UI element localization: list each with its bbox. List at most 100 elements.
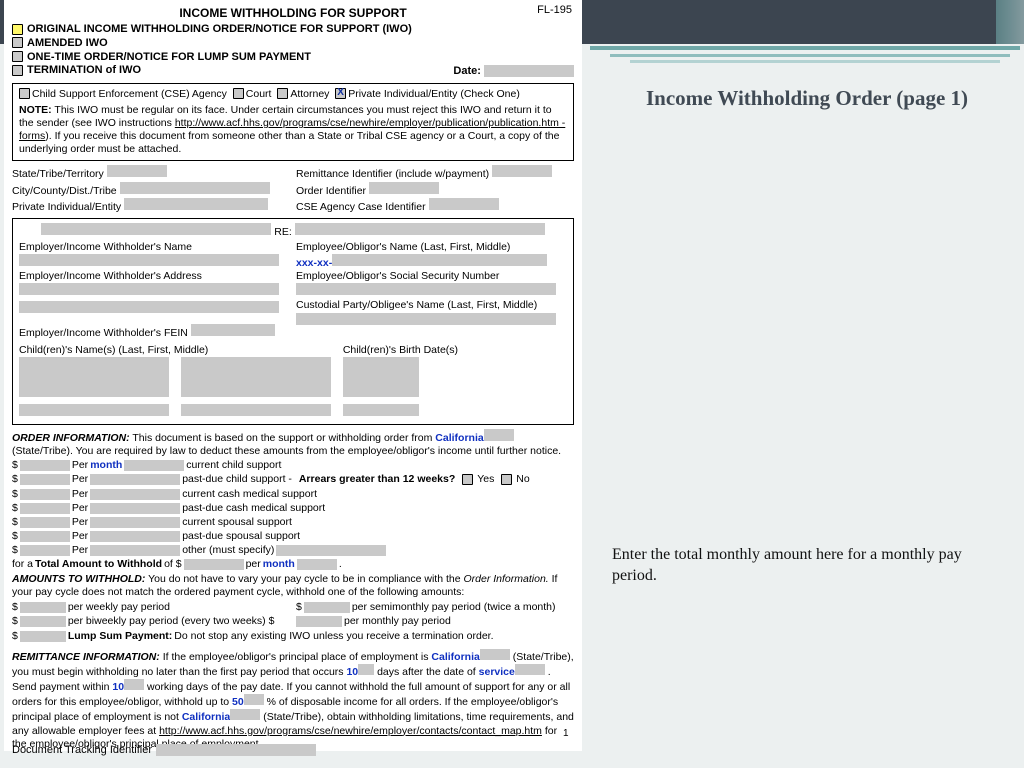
id-order-label: Order Identifier: [296, 185, 366, 197]
remit-days-pad[interactable]: [358, 664, 374, 675]
id-cse-field[interactable]: [429, 198, 499, 210]
checkbox-original[interactable]: [12, 24, 23, 35]
amt-pcms[interactable]: [20, 503, 70, 514]
per-field[interactable]: [90, 517, 180, 528]
form-title: INCOME WITHHOLDING FOR SUPPORT: [12, 6, 574, 21]
slide-edgebar: [996, 0, 1024, 44]
cust-label: Custodial Party/Obligee's Name (Last, Fi…: [296, 299, 567, 312]
emp-addr-field2[interactable]: [19, 301, 279, 313]
checkbox-court[interactable]: [233, 88, 244, 99]
obl-name-label: Employee/Obligor's Name (Last, First, Mi…: [296, 241, 567, 254]
id-remit-label: Remittance Identifier (include w/payment…: [296, 168, 489, 180]
birth-field[interactable]: [343, 404, 419, 416]
iwo-form-document: FL-195 INCOME WITHHOLDING FOR SUPPORT OR…: [4, 0, 582, 751]
total-per-month: month: [263, 558, 295, 571]
id-cse-label: CSE Agency Case Identifier: [296, 201, 426, 213]
remit-state2-pad[interactable]: [230, 709, 260, 720]
line-cms: current cash medical support: [182, 488, 317, 501]
amt-ccs[interactable]: [20, 460, 70, 471]
amt-cms[interactable]: [20, 489, 70, 500]
id-remit-field[interactable]: [492, 165, 552, 177]
cust-field[interactable]: [296, 313, 556, 325]
checkbox-arrears-yes[interactable]: [462, 474, 473, 485]
remit-state2: California: [182, 711, 230, 723]
child-name-field[interactable]: [19, 357, 169, 397]
tracking-field[interactable]: [156, 744, 316, 756]
slide-note: Enter the total monthly amount here for …: [612, 545, 1002, 587]
filer-court: Court: [246, 88, 272, 100]
per-label: Per: [72, 473, 88, 486]
amt-css[interactable]: [20, 517, 70, 528]
checkbox-termination[interactable]: [12, 65, 23, 76]
amt-monthly[interactable]: [296, 616, 342, 627]
checkbox-lump[interactable]: [12, 51, 23, 62]
remit-working-days: 10: [112, 681, 124, 693]
remit-wd-pad[interactable]: [124, 679, 144, 690]
obl-ssn-label: Employee/Obligor's Social Security Numbe…: [296, 270, 567, 283]
fein-label: Employer/Income Withholder's FEIN: [19, 327, 188, 339]
amt-semimonthly[interactable]: [304, 602, 350, 613]
line-ccs: current child support: [186, 459, 281, 472]
amt-other[interactable]: [20, 545, 70, 556]
obl-ssn-field[interactable]: [296, 283, 556, 295]
child-name-field[interactable]: [181, 357, 331, 397]
checkbox-amended[interactable]: [12, 37, 23, 48]
lump-text: Do not stop any existing IWO unless you …: [174, 630, 493, 643]
id-priv-field[interactable]: [124, 198, 268, 210]
date-field[interactable]: [484, 65, 574, 77]
fein-field[interactable]: [191, 324, 275, 336]
amt-lump[interactable]: [20, 631, 66, 642]
remit-pct: 50: [232, 696, 244, 708]
id-city-field[interactable]: [120, 182, 270, 194]
filer-cse: Child Support Enforcement (CSE) Agency: [32, 88, 227, 100]
amt-biweekly[interactable]: [20, 616, 66, 627]
checkbox-private[interactable]: X: [335, 88, 346, 99]
per-field[interactable]: [124, 460, 184, 471]
other-specify-field[interactable]: [276, 545, 386, 556]
doc-tracking-label: Document Tracking Identifier: [12, 744, 316, 756]
remit-service-pad[interactable]: [515, 664, 545, 675]
order-heading: ORDER INFORMATION:: [12, 432, 130, 444]
amt-weekly[interactable]: [20, 602, 66, 613]
total-amt-field[interactable]: [184, 559, 244, 570]
re-field-right[interactable]: [295, 223, 545, 235]
type-amended: AMENDED IWO: [27, 37, 108, 49]
per-field[interactable]: [90, 531, 180, 542]
total-per-field[interactable]: [297, 559, 337, 570]
lump-label: Lump Sum Payment:: [68, 630, 172, 643]
remit-service: service: [479, 666, 515, 678]
note-label: NOTE:: [19, 104, 52, 116]
parties-box: RE: Employer/Income Withholder's Name Em…: [12, 218, 574, 425]
remit-state1: California: [431, 651, 479, 663]
id-order-field[interactable]: [369, 182, 439, 194]
state-field-pad[interactable]: [484, 429, 514, 441]
re-field-left[interactable]: [41, 223, 271, 235]
amt-pccs[interactable]: [20, 474, 70, 485]
per-field[interactable]: [90, 503, 180, 514]
birth-field[interactable]: [343, 357, 419, 397]
amt-pcss[interactable]: [20, 531, 70, 542]
emp-name-label: Employer/Income Withholder's Name: [19, 241, 290, 254]
remit-pct-pad[interactable]: [244, 694, 264, 705]
child-name-field[interactable]: [181, 404, 331, 416]
per-label: Per: [72, 544, 88, 557]
per-label: Per: [72, 530, 88, 543]
order-information-term: Order Information.: [464, 573, 549, 585]
remit-state-pad[interactable]: [480, 649, 510, 660]
emp-name-field[interactable]: [19, 254, 279, 266]
per-field[interactable]: [90, 474, 180, 485]
per-field[interactable]: [90, 489, 180, 500]
child-name-field[interactable]: [19, 404, 169, 416]
per-field[interactable]: [90, 545, 180, 556]
type-lump: ONE-TIME ORDER/NOTICE FOR LUMP SUM PAYME…: [27, 51, 311, 63]
order-intro2: (State/Tribe). You are required by law t…: [12, 445, 561, 457]
per-month: month: [90, 459, 122, 472]
line-past-css: past-due spousal support: [182, 530, 300, 543]
checkbox-attorney[interactable]: [277, 88, 288, 99]
id-state-field[interactable]: [107, 165, 167, 177]
obl-name-field[interactable]: [332, 254, 547, 266]
checkbox-arrears-no[interactable]: [501, 474, 512, 485]
line-css: current spousal support: [182, 516, 292, 529]
checkbox-cse[interactable]: [19, 88, 30, 99]
emp-addr-field[interactable]: [19, 283, 279, 295]
